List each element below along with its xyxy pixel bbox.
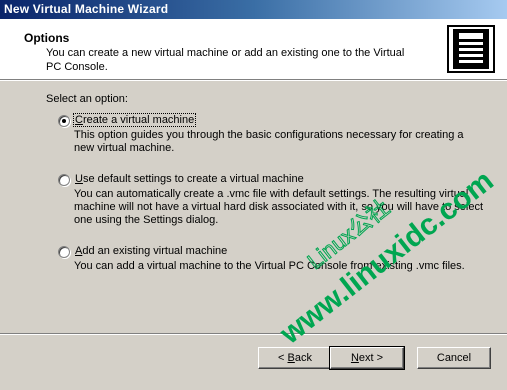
option-default-settings-label[interactable]: Use default settings to create a virtual… [74, 173, 305, 185]
option-create-vm-label[interactable]: Create a virtual machine [72, 113, 197, 127]
title-bar[interactable]: New Virtual Machine Wizard [0, 0, 507, 19]
wizard-window: New Virtual Machine Wizard Options You c… [0, 0, 507, 383]
page-description: You can create a new virtual machine or … [46, 47, 405, 73]
window-title: New Virtual Machine Wizard [4, 2, 169, 16]
option-add-existing-label[interactable]: Add an existing virtual machine [74, 245, 228, 257]
select-option-prompt: Select an option: [46, 93, 128, 105]
wizard-header: Options You can create a new virtual mac… [0, 19, 507, 80]
next-button[interactable]: Next > [329, 346, 405, 370]
radio-selected-dot [62, 119, 66, 123]
wizard-content: Select an option: Create a virtual machi… [0, 81, 507, 331]
cancel-button[interactable]: Cancel [417, 347, 491, 369]
option-add-existing-description: You can add a virtual machine to the Vir… [74, 260, 465, 272]
option-default-settings-description: You can automatically create a .vmc file… [74, 188, 484, 226]
option-create-vm-description: This option guides you through the basic… [74, 129, 464, 154]
radio-add-existing[interactable] [58, 246, 70, 258]
footer-divider [0, 333, 507, 335]
back-button[interactable]: < Back [258, 347, 332, 369]
server-icon [447, 25, 495, 73]
radio-default-settings[interactable] [58, 174, 70, 186]
radio-create-vm[interactable] [58, 115, 70, 127]
page-title: Options [24, 31, 70, 45]
